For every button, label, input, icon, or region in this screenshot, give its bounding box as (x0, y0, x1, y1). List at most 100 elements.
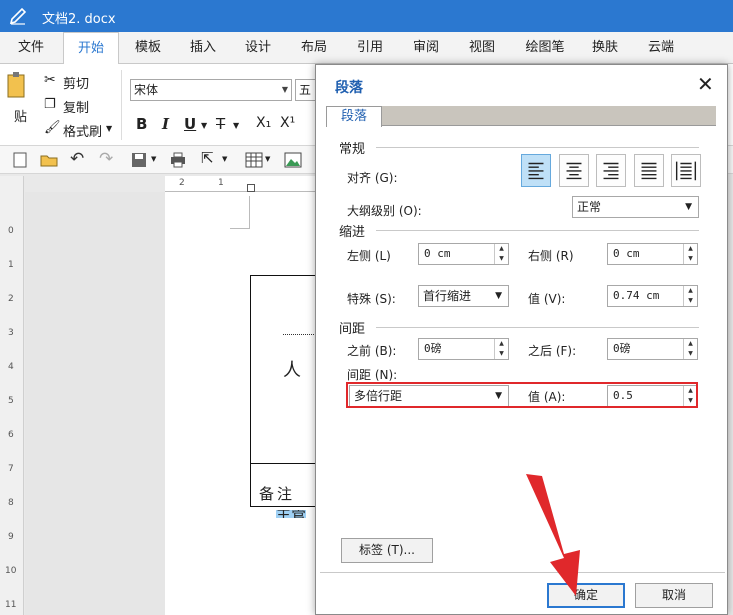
paste-label[interactable]: 贴 (14, 106, 27, 125)
ruler-tick: 0 (8, 226, 14, 236)
chevron-down-icon[interactable]: ▼ (222, 155, 227, 163)
pointer-arrow-icon (526, 474, 580, 596)
tab-design[interactable]: 设计 (235, 32, 281, 64)
undo-icon[interactable]: ↶ (70, 149, 84, 169)
chevron-down-icon[interactable]: ▼ (151, 155, 156, 163)
section-divider (376, 230, 699, 231)
image-icon[interactable] (284, 151, 302, 169)
select-pointer-icon[interactable]: ⇱ (201, 149, 214, 167)
brush-icon[interactable]: 🖌 (44, 120, 61, 135)
right-indent-input[interactable]: 0 cm ▲ ▼ (607, 243, 698, 265)
left-indent-input[interactable]: 0 cm ▲ ▼ (418, 243, 509, 265)
paste-icon[interactable] (6, 72, 28, 108)
line-spacing-label: 间距 (N): (347, 368, 398, 382)
align-right-button[interactable] (596, 154, 626, 187)
spin-arrows-icon[interactable]: ▲ ▼ (683, 339, 697, 359)
tab-skin[interactable]: 换肤 (582, 32, 628, 64)
tab-view[interactable]: 视图 (459, 32, 505, 64)
tab-insert[interactable]: 插入 (180, 32, 226, 64)
bold-button[interactable]: B (136, 115, 147, 133)
outline-level-select[interactable]: 正常 ▼ (572, 196, 699, 218)
ruler-tick: 1 (8, 260, 14, 270)
copy-icon[interactable]: ❐ (44, 97, 56, 112)
horizontal-ruler[interactable]: 2 1 (165, 176, 325, 192)
title-bar: 文档2. docx (0, 0, 733, 32)
redo-icon[interactable]: ↷ (99, 149, 113, 169)
italic-button[interactable]: I (162, 115, 169, 133)
tab-references[interactable]: 引用 (347, 32, 393, 64)
pen-icon[interactable] (8, 6, 28, 26)
format-painter-button[interactable]: 格式刷 (63, 121, 102, 140)
new-document-icon[interactable] (11, 151, 29, 169)
superscript-button[interactable]: X¹ (280, 115, 295, 131)
section-spacing: 间距 (339, 322, 366, 337)
spin-arrows-icon[interactable]: ▲ ▼ (683, 286, 697, 306)
align-justify-button[interactable] (634, 154, 664, 187)
table-icon[interactable] (245, 151, 263, 169)
font-size-value: 五号 (299, 83, 312, 97)
align-left-icon (528, 162, 544, 180)
font-size-select[interactable]: 五号 (295, 79, 317, 101)
margin-corner-mark (230, 196, 250, 229)
tab-template[interactable]: 模板 (124, 32, 172, 64)
tab-cloud[interactable]: 云端 (638, 32, 684, 64)
value-v-label: 值 (V): (528, 292, 566, 306)
table-cell-text: 人 (283, 360, 301, 381)
alignment-label: 对齐 (G): (347, 171, 398, 185)
ruler-tick: 5 (8, 396, 14, 406)
tab-paragraph[interactable]: 段落 (326, 106, 382, 127)
print-icon[interactable] (169, 151, 187, 169)
ruler-tick: 2 (179, 178, 185, 188)
strikethrough-button[interactable]: T (216, 115, 225, 133)
section-general: 常规 (339, 142, 366, 157)
chevron-down-icon: ▼ (685, 202, 692, 212)
align-center-button[interactable] (559, 154, 589, 187)
document-table[interactable]: 人 备注 (250, 275, 326, 507)
chevron-down-icon[interactable]: ▼ (233, 121, 239, 130)
align-distribute-button[interactable] (671, 154, 701, 187)
font-name-select[interactable]: 宋体 ▼ (130, 79, 292, 101)
copy-button[interactable]: 复制 (63, 97, 89, 116)
indent-marker[interactable] (247, 184, 255, 192)
ruler-tick: 8 (8, 498, 14, 508)
special-indent-select[interactable]: 首行缩进 ▼ (418, 285, 509, 307)
spacing-after-value: 0磅 (613, 342, 631, 355)
spin-arrows-icon[interactable]: ▲ ▼ (683, 244, 697, 264)
align-right-icon (603, 162, 619, 180)
ribbon-divider (121, 70, 122, 140)
ruler-tick: 4 (8, 362, 14, 372)
chevron-down-icon[interactable]: ▼ (265, 155, 270, 163)
tab-review[interactable]: 审阅 (403, 32, 449, 64)
dialog-title: 段落 (335, 80, 363, 96)
tab-layout[interactable]: 布局 (291, 32, 337, 64)
table-cell-text: 备注 (259, 485, 296, 503)
spacing-after-input[interactable]: 0磅 ▲ ▼ (607, 338, 698, 360)
spacing-after-label: 之后 (F): (528, 344, 577, 358)
tab-drawing-pen[interactable]: 绘图笔 (517, 32, 573, 64)
section-divider (376, 327, 699, 328)
spin-arrows-icon[interactable]: ▲ ▼ (494, 339, 508, 359)
align-justify-icon (641, 162, 657, 180)
font-name-value: 宋体 (134, 83, 159, 97)
section-indent: 缩进 (339, 225, 366, 240)
chevron-down-icon[interactable]: ▼ (201, 121, 207, 130)
scissors-icon[interactable]: ✂ (44, 72, 56, 88)
indent-value-input[interactable]: 0.74 cm ▲ ▼ (607, 285, 698, 307)
tabs-button[interactable]: 标签 (T)... (341, 538, 433, 563)
open-folder-icon[interactable] (40, 151, 58, 169)
tab-file[interactable]: 文件 (8, 32, 54, 64)
underline-button[interactable]: U (184, 115, 196, 133)
cancel-button[interactable]: 取消 (635, 583, 713, 608)
chevron-down-icon[interactable]: ▼ (106, 124, 112, 133)
spin-arrows-icon[interactable]: ▲ ▼ (494, 244, 508, 264)
selected-text[interactable]: 主管 (276, 510, 307, 518)
close-icon[interactable]: ✕ (697, 72, 714, 96)
spacing-before-input[interactable]: 0磅 ▲ ▼ (418, 338, 509, 360)
tab-home[interactable]: 开始 (63, 32, 119, 65)
vertical-ruler[interactable]: 0 1 2 3 4 5 6 7 8 9 10 11 (0, 176, 24, 615)
cut-button[interactable]: 剪切 (63, 73, 89, 92)
indent-value: 0.74 cm (613, 289, 660, 302)
align-left-button[interactable] (521, 154, 551, 187)
subscript-button[interactable]: X₁ (256, 115, 271, 131)
save-icon[interactable] (130, 151, 148, 169)
